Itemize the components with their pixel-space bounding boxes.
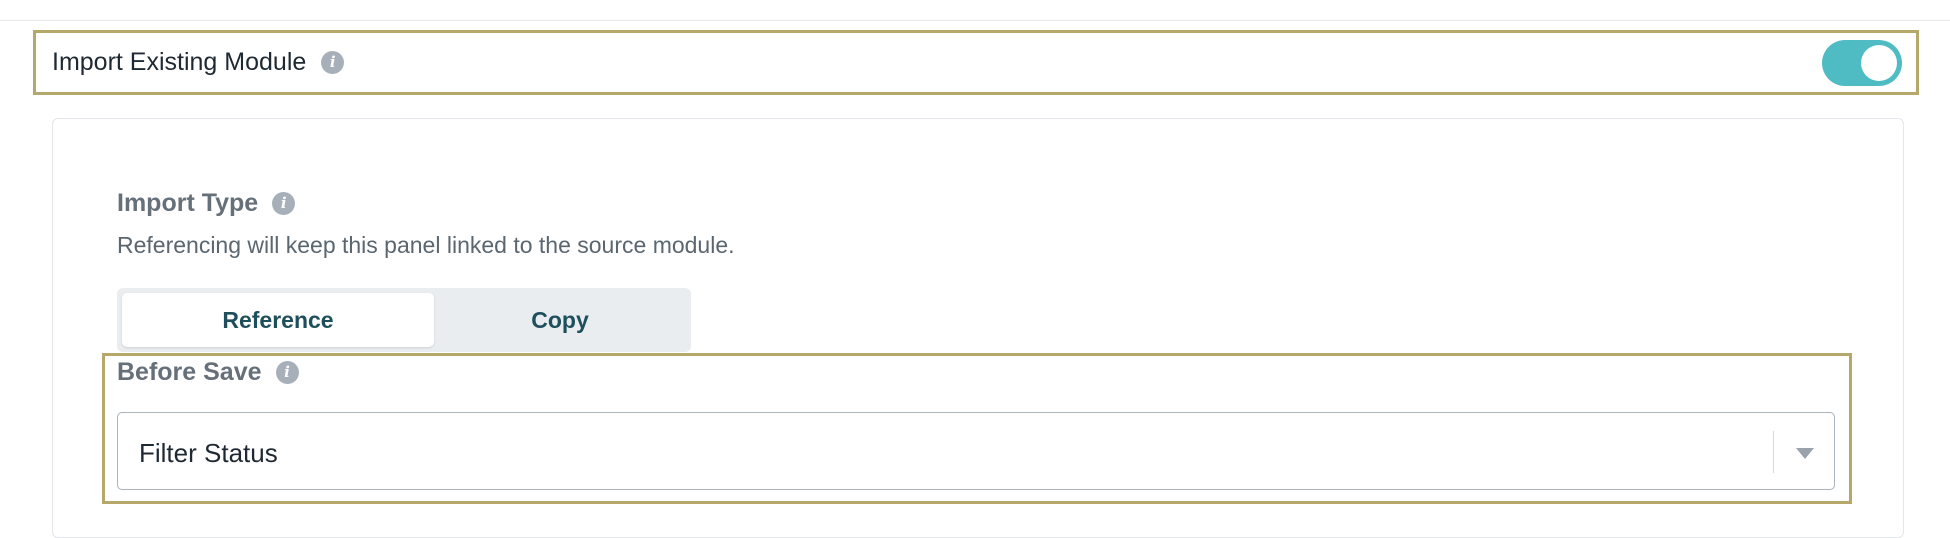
- import-type-title: Import Type: [117, 189, 259, 217]
- before-save-title: Before Save: [117, 358, 262, 386]
- import-existing-module-row: Import Existing Module i: [33, 30, 1919, 95]
- import-type-description: Referencing will keep this panel linked …: [117, 232, 735, 258]
- import-type-segmented-control: Reference Copy: [117, 288, 691, 352]
- info-icon[interactable]: i: [321, 51, 345, 74]
- before-save-selected-value: Filter Status: [139, 438, 278, 468]
- info-icon[interactable]: i: [275, 361, 299, 384]
- import-type-heading: Import Type i: [117, 189, 296, 218]
- select-separator: [1773, 431, 1774, 473]
- import-existing-module-toggle[interactable]: [1822, 40, 1902, 86]
- top-divider: [0, 20, 1950, 21]
- reference-option-button[interactable]: Reference: [122, 293, 434, 347]
- before-save-select[interactable]: Filter Status: [117, 412, 1835, 490]
- copy-option-button[interactable]: Copy: [434, 293, 686, 347]
- info-icon[interactable]: i: [272, 192, 296, 215]
- toggle-knob: [1861, 45, 1897, 81]
- import-existing-module-label: Import Existing Module: [52, 48, 307, 76]
- before-save-heading: Before Save i: [117, 358, 299, 387]
- chevron-down-icon[interactable]: [1796, 448, 1814, 459]
